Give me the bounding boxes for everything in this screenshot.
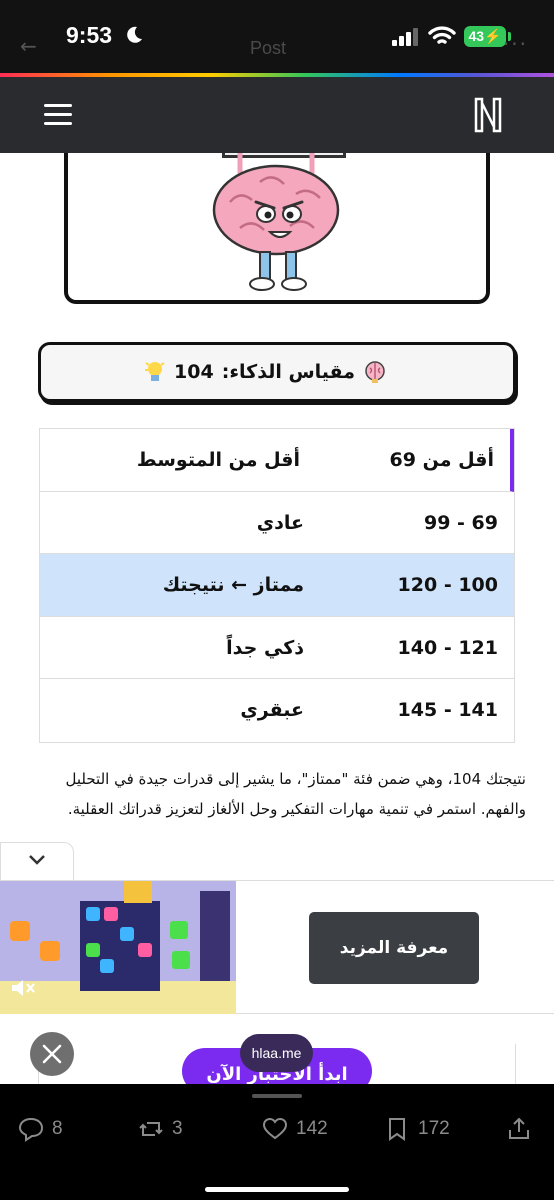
chevron-down-icon[interactable]: [27, 853, 47, 867]
repost-action[interactable]: 3: [138, 1114, 183, 1144]
range-cell: أقل من 69: [389, 449, 494, 471]
menu-icon[interactable]: [44, 104, 72, 126]
iq-score-content: مقياس الذكاء: 104: [144, 359, 387, 385]
learn-more-button[interactable]: معرفة المزيد: [309, 912, 479, 984]
domain-pill: hlaa.me: [240, 1034, 313, 1072]
status-time: 9:53: [66, 22, 113, 48]
post-action-bar: 8 3 142 172: [0, 1084, 554, 1200]
lightbulb-icon: [145, 362, 165, 381]
brain-icon: [365, 361, 385, 383]
ad-banner[interactable]: معرفة المزيد: [0, 880, 554, 1015]
like-action[interactable]: 142: [262, 1114, 328, 1144]
bookmark-action[interactable]: 172: [384, 1114, 450, 1144]
mute-icon[interactable]: [10, 977, 36, 999]
brain-illustration: [212, 152, 340, 291]
battery-indicator: 43⚡: [464, 26, 506, 47]
more-icon[interactable]: ···: [503, 32, 528, 56]
reply-count: 8: [52, 1118, 63, 1139]
ad-image[interactable]: [0, 881, 236, 1015]
wifi-icon: [428, 26, 456, 44]
moon-icon: [127, 26, 142, 43]
bookmark-count: 172: [418, 1118, 450, 1139]
table-row: 69 - 99 عادي: [40, 492, 514, 554]
label-cell: عادي: [256, 511, 304, 534]
close-icon[interactable]: [30, 1032, 74, 1076]
table-row-highlighted: 100 - 120 ممتاز ← نتيجتك: [40, 554, 514, 617]
like-count: 142: [296, 1118, 328, 1139]
label-cell: عبقري: [240, 699, 304, 721]
heart-icon[interactable]: [262, 1116, 288, 1142]
result-paragraph: نتيجتك 104، وهي ضمن فئة "ممتاز"، ما يشير…: [65, 770, 526, 818]
bookmark-icon[interactable]: [384, 1116, 410, 1142]
reply-icon[interactable]: [18, 1116, 44, 1142]
repost-count: 3: [172, 1118, 183, 1139]
close-ad-button[interactable]: [30, 1032, 74, 1076]
range-cell: 141 - 145: [397, 699, 498, 721]
label-cell: ممتاز ← نتيجتك: [162, 574, 304, 596]
status-bar: ← 9:53 Post 43⚡ ···: [0, 0, 554, 77]
ad-collapse-tab[interactable]: [0, 842, 74, 880]
iq-range-table: أقل من 69 أقل من المتوسط 69 - 99 عادي 10…: [39, 428, 515, 743]
page: ← 9:53 Post 43⚡ ··· 104: [0, 0, 554, 1200]
back-arrow-icon[interactable]: ←: [20, 34, 37, 58]
table-row: 141 - 145 عبقري: [40, 679, 514, 742]
range-cell: 69 - 99: [423, 511, 498, 534]
signal-icon: [392, 28, 418, 46]
repost-icon[interactable]: [138, 1116, 164, 1142]
site-header: [0, 77, 554, 153]
table-row: أقل من 69 أقل من المتوسط: [40, 429, 514, 492]
iq-score-box: مقياس الذكاء: 104: [38, 342, 516, 402]
share-action[interactable]: [506, 1114, 532, 1144]
label-cell: ذكي جداً: [226, 636, 304, 659]
post-title: Post: [250, 38, 287, 58]
grab-handle[interactable]: [252, 1094, 302, 1098]
home-indicator: [205, 1187, 349, 1192]
range-cell: 121 - 140: [397, 636, 498, 659]
battery-level: 43: [468, 28, 485, 44]
iq-value: 104: [174, 361, 214, 383]
range-cell: 100 - 120: [397, 574, 498, 596]
reply-action[interactable]: 8: [18, 1114, 63, 1144]
table-row: 121 - 140 ذكي جداً: [40, 617, 514, 679]
label-cell: أقل من المتوسط: [136, 449, 300, 471]
site-logo-icon[interactable]: [472, 95, 504, 135]
share-icon[interactable]: [506, 1116, 532, 1142]
iq-label: مقياس الذكاء:: [221, 361, 355, 383]
